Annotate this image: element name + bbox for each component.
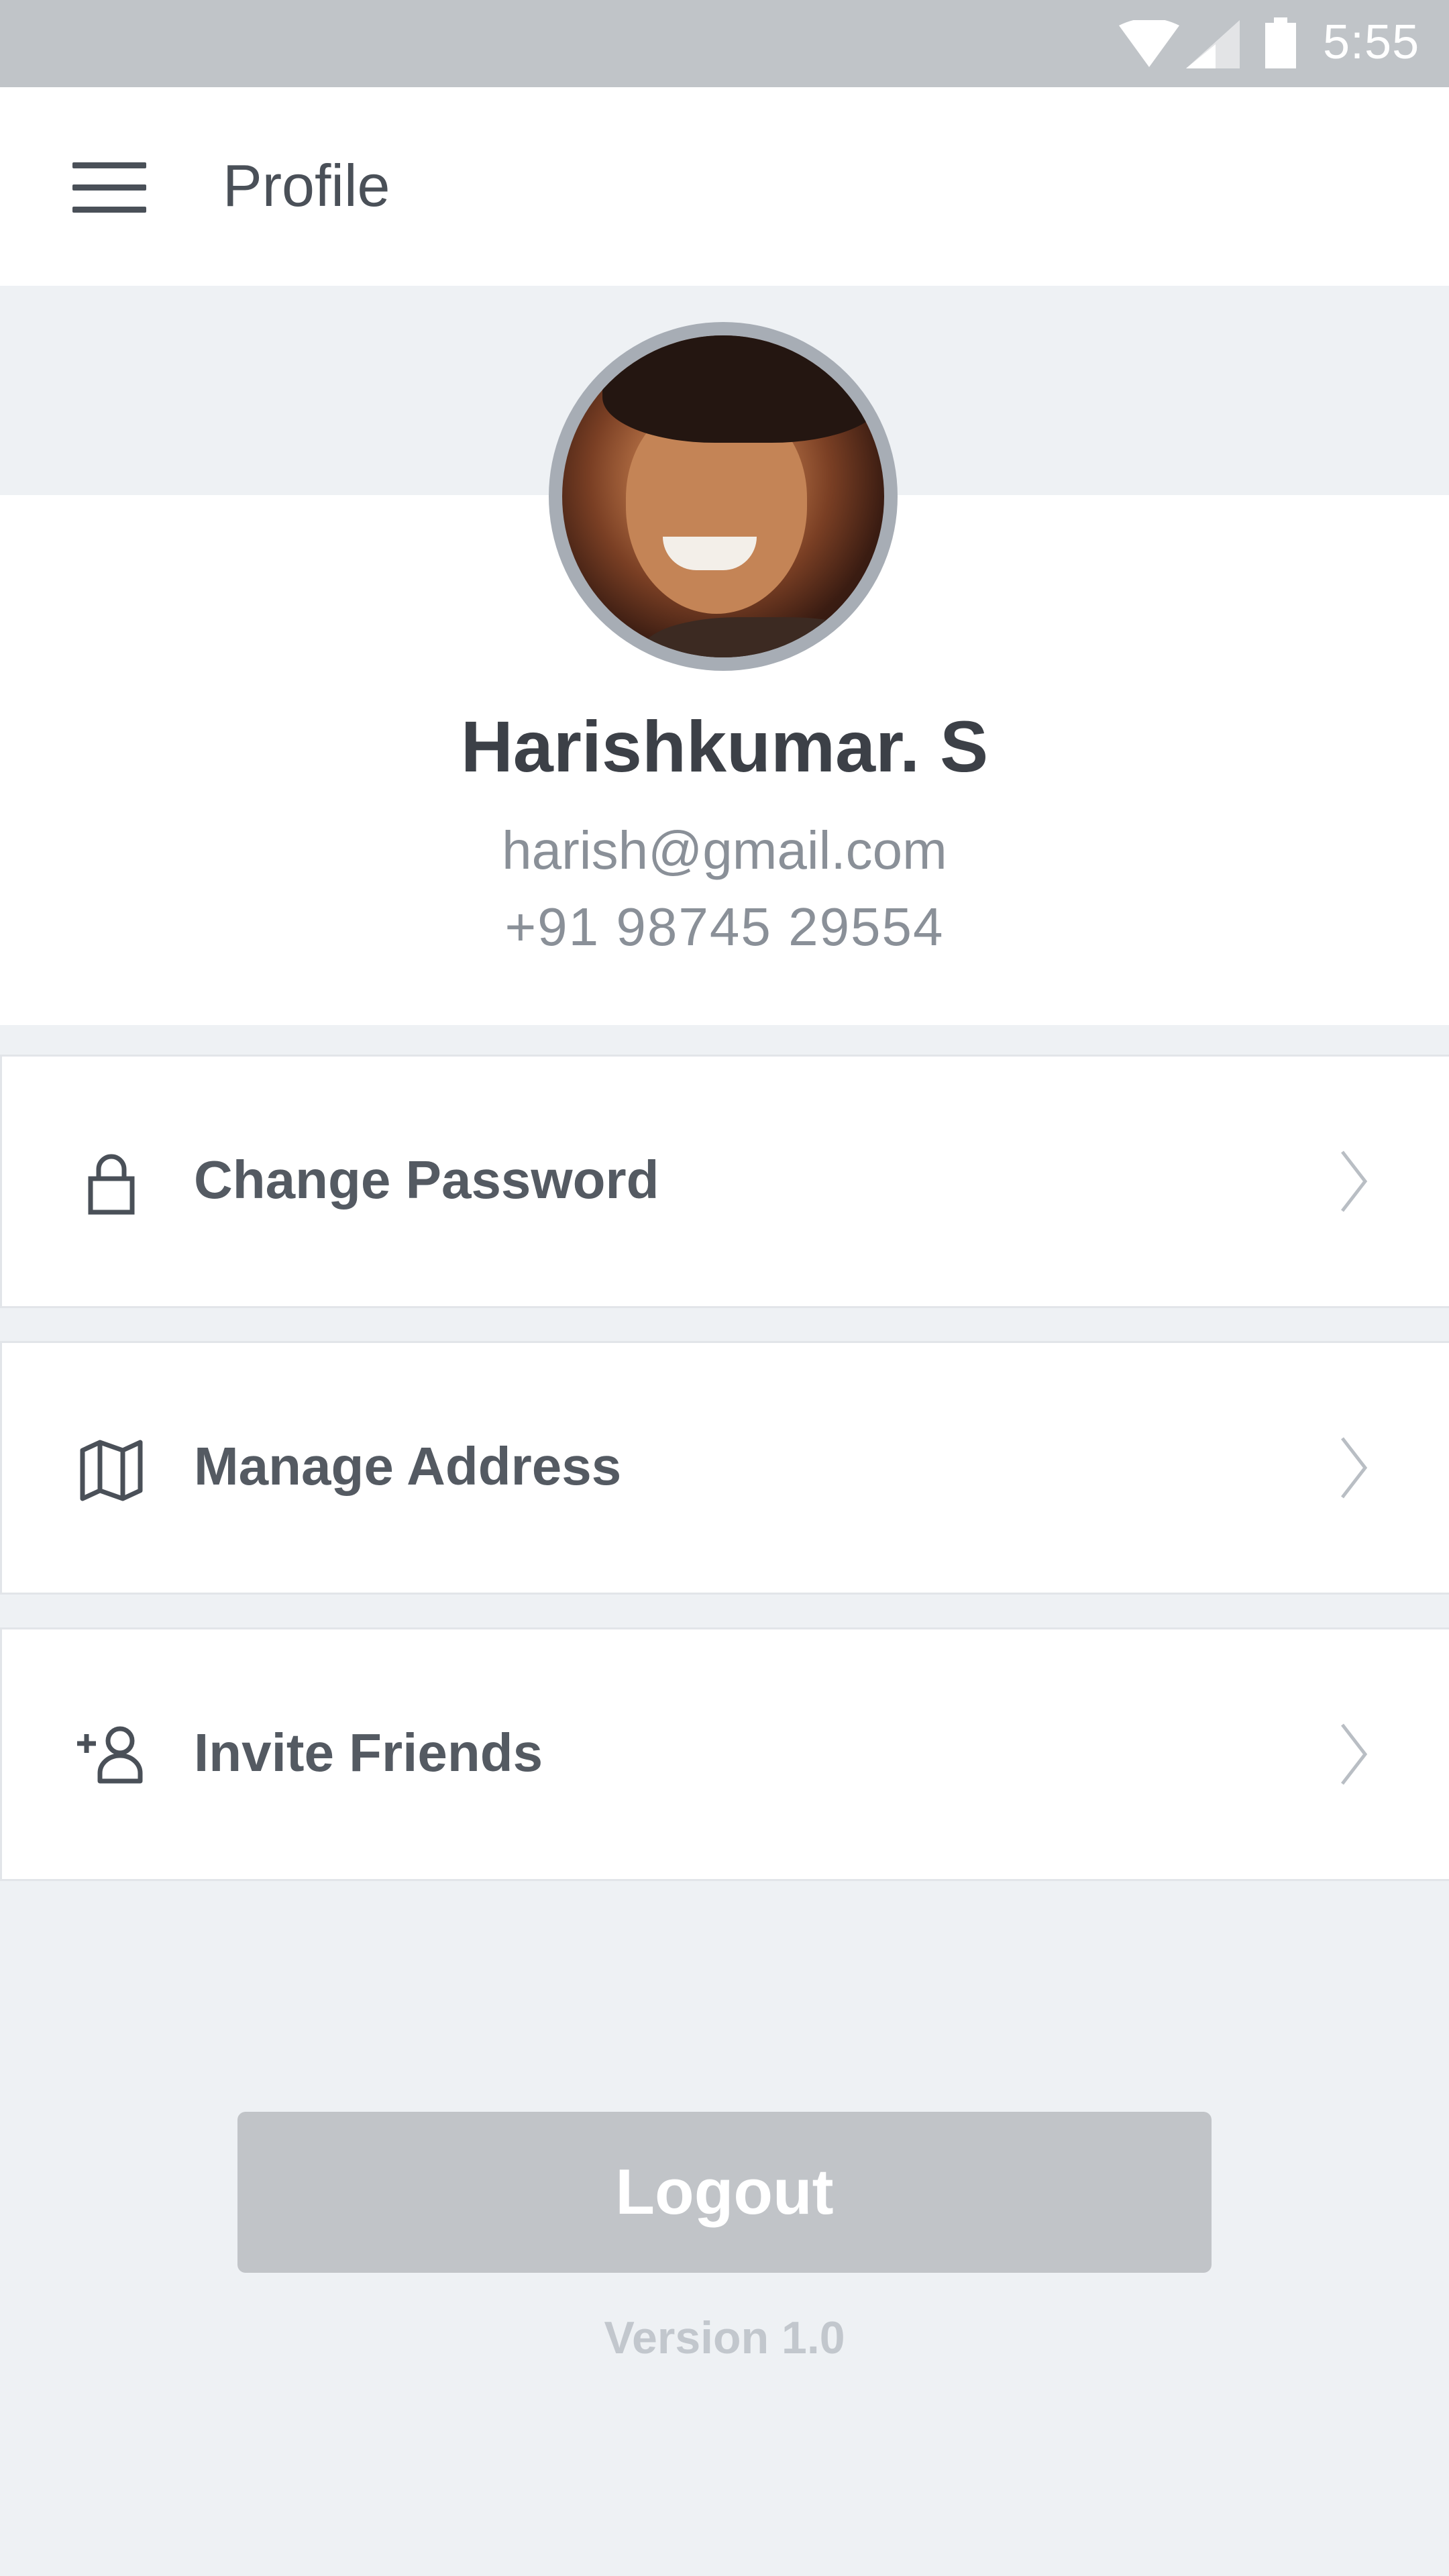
menu-item-manage-address[interactable]: Manage Address xyxy=(0,1341,1449,1595)
chevron-right-icon xyxy=(1341,1150,1368,1212)
avatar[interactable] xyxy=(549,322,898,671)
menu-item-change-password[interactable]: Change Password xyxy=(0,1055,1449,1308)
chevron-right-icon xyxy=(1341,1723,1368,1785)
app-bar: Profile xyxy=(0,87,1449,286)
logout-button[interactable]: Logout xyxy=(237,2112,1212,2273)
version-label: Version 1.0 xyxy=(604,2312,845,2363)
page-title: Profile xyxy=(223,152,390,219)
menu-item-label: Manage Address xyxy=(194,1436,622,1496)
battery-icon xyxy=(1265,17,1296,68)
menu-item-label: Change Password xyxy=(194,1150,659,1210)
status-bar: 5:55 xyxy=(0,0,1449,87)
cell-signal-icon xyxy=(1186,20,1240,68)
avatar-photo xyxy=(562,335,884,657)
menu-item-label: Invite Friends xyxy=(194,1723,543,1782)
status-time: 5:55 xyxy=(1323,15,1420,69)
map-icon xyxy=(80,1440,143,1501)
wifi-icon xyxy=(1119,20,1179,67)
user-name: Harishkumar. S xyxy=(460,706,989,787)
hamburger-menu-icon[interactable] xyxy=(72,162,146,213)
user-phone: +91 98745 29554 xyxy=(504,897,945,957)
user-email: harish@gmail.com xyxy=(502,820,947,880)
menu-item-invite-friends[interactable]: Invite Friends xyxy=(0,1627,1449,1881)
lock-icon xyxy=(88,1154,135,1215)
add-friend-icon xyxy=(77,1726,143,1784)
chevron-right-icon xyxy=(1341,1437,1368,1499)
